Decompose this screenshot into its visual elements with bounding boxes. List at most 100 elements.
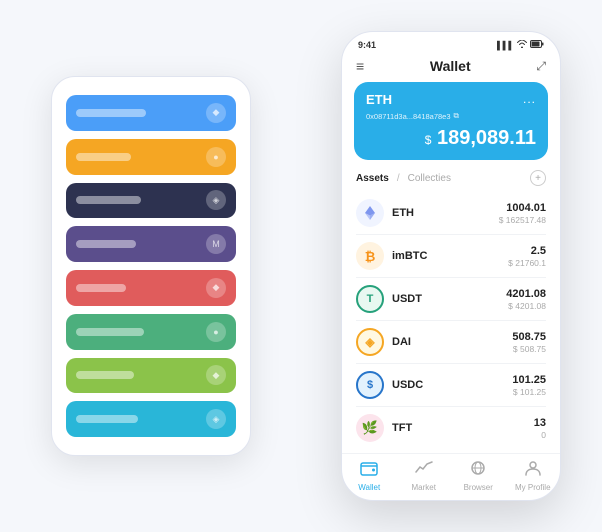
asset-item-dai[interactable]: ◈ DAI 508.75 $ 508.75 <box>356 321 546 364</box>
eth-card-more-button[interactable]: ... <box>523 92 536 106</box>
asset-item-imbtc[interactable]: ₿ imBTC 2.5 $ 21760.1 <box>356 235 546 278</box>
asset-amount-eth: 1004.01 <box>499 202 546 214</box>
asset-left: 🌿 TFT <box>356 414 412 442</box>
page-title: Wallet <box>430 58 471 74</box>
list-item[interactable]: ◆ <box>66 95 236 131</box>
card-icon: ● <box>206 322 226 342</box>
asset-usd-imbtc: $ 21760.1 <box>508 258 546 268</box>
list-item[interactable]: ◈ <box>66 401 236 437</box>
asset-amount-tft: 13 <box>534 417 546 429</box>
tab-divider: / <box>397 173 400 184</box>
assets-header: Assets / Collecties + <box>342 170 560 192</box>
asset-usd-eth: $ 162517.48 <box>499 215 546 225</box>
assets-tabs: Assets / Collecties <box>356 173 451 184</box>
card-icon: ◈ <box>206 190 226 210</box>
list-item[interactable]: M <box>66 226 236 262</box>
market-nav-icon <box>415 460 433 481</box>
imbtc-icon: ₿ <box>356 242 384 270</box>
card-line <box>76 153 131 161</box>
list-item[interactable]: ◆ <box>66 358 236 394</box>
asset-right: 13 0 <box>534 417 546 440</box>
nav-market-label: Market <box>412 483 436 492</box>
eth-card-address: 0x08711d3a...8418a78e3 ⧉ <box>366 111 536 121</box>
nav-market[interactable]: Market <box>397 460 452 492</box>
asset-amount-usdc: 101.25 <box>512 374 546 386</box>
nav-profile[interactable]: My Profile <box>506 460 561 492</box>
usdt-icon: T <box>356 285 384 313</box>
card-line <box>76 196 141 204</box>
asset-right: 101.25 $ 101.25 <box>512 374 546 397</box>
asset-right: 508.75 $ 508.75 <box>512 331 546 354</box>
phone-header: ≡ Wallet ⤢ <box>342 54 560 82</box>
list-item[interactable]: ● <box>66 139 236 175</box>
asset-name-tft: TFT <box>392 422 412 434</box>
asset-amount-dai: 508.75 <box>512 331 546 343</box>
bottom-nav: Wallet Market Browser My Profile <box>342 453 560 500</box>
scene: ◆ ● ◈ M ◆ ● ◆ ◈ <box>21 16 581 516</box>
asset-name-eth: ETH <box>392 207 414 219</box>
nav-browser[interactable]: Browser <box>451 460 506 492</box>
asset-name-usdc: USDC <box>392 379 423 391</box>
asset-amount-usdt: 4201.08 <box>506 288 546 300</box>
card-line <box>76 415 138 423</box>
card-line <box>76 284 126 292</box>
list-item[interactable]: ● <box>66 314 236 350</box>
tab-assets[interactable]: Assets <box>356 173 389 184</box>
asset-right: 1004.01 $ 162517.48 <box>499 202 546 225</box>
copy-icon[interactable]: ⧉ <box>454 111 459 121</box>
status-bar: 9:41 ▌▌▌ <box>342 32 560 54</box>
asset-name-imbtc: imBTC <box>392 250 427 262</box>
card-icon: ● <box>206 147 226 167</box>
asset-name-dai: DAI <box>392 336 411 348</box>
browser-nav-icon <box>469 460 487 481</box>
asset-item-eth[interactable]: ETH 1004.01 $ 162517.48 <box>356 192 546 235</box>
card-icon: ◆ <box>206 365 226 385</box>
asset-item-tft[interactable]: 🌿 TFT 13 0 <box>356 407 546 449</box>
list-item[interactable]: ◈ <box>66 183 236 219</box>
front-phone: 9:41 ▌▌▌ ≡ Wallet ⤢ ETH ... <box>341 31 561 501</box>
eth-card-header: ETH ... <box>366 92 536 107</box>
card-line <box>76 109 146 117</box>
wifi-icon <box>517 40 527 50</box>
asset-left: ETH <box>356 199 414 227</box>
asset-usd-usdc: $ 101.25 <box>512 387 546 397</box>
card-line <box>76 371 134 379</box>
asset-usd-usdt: $ 4201.08 <box>506 301 546 311</box>
signal-icon: ▌▌▌ <box>497 41 514 50</box>
card-icon: ◆ <box>206 278 226 298</box>
status-time: 9:41 <box>358 40 376 50</box>
eth-card[interactable]: ETH ... 0x08711d3a...8418a78e3 ⧉ $ 189,0… <box>354 82 548 160</box>
dai-icon: ◈ <box>356 328 384 356</box>
nav-wallet-label: Wallet <box>358 483 380 492</box>
eth-icon <box>356 199 384 227</box>
usdc-icon: $ <box>356 371 384 399</box>
card-line <box>76 240 136 248</box>
card-icon: M <box>206 234 226 254</box>
asset-left: ◈ DAI <box>356 328 411 356</box>
asset-list: ETH 1004.01 $ 162517.48 ₿ imBTC 2.5 $ 21… <box>342 192 560 453</box>
wallet-nav-icon <box>360 460 378 481</box>
asset-usd-tft: 0 <box>534 430 546 440</box>
status-icons: ▌▌▌ <box>497 40 544 50</box>
eth-card-name: ETH <box>366 92 392 107</box>
menu-icon[interactable]: ≡ <box>356 58 364 74</box>
asset-right: 2.5 $ 21760.1 <box>508 245 546 268</box>
list-item[interactable]: ◆ <box>66 270 236 306</box>
asset-left: T USDT <box>356 285 422 313</box>
add-asset-button[interactable]: + <box>530 170 546 186</box>
nav-wallet[interactable]: Wallet <box>342 460 397 492</box>
back-phone: ◆ ● ◈ M ◆ ● ◆ ◈ <box>51 76 251 456</box>
battery-icon <box>530 40 544 50</box>
tab-collecties[interactable]: Collecties <box>408 173 451 184</box>
card-icon: ◆ <box>206 103 226 123</box>
card-line <box>76 328 144 336</box>
nav-browser-label: Browser <box>464 483 493 492</box>
asset-amount-imbtc: 2.5 <box>508 245 546 257</box>
tft-icon: 🌿 <box>356 414 384 442</box>
asset-item-usdt[interactable]: T USDT 4201.08 $ 4201.08 <box>356 278 546 321</box>
asset-left: ₿ imBTC <box>356 242 427 270</box>
eth-card-amount: $ 189,089.11 <box>366 127 536 150</box>
asset-name-usdt: USDT <box>392 293 422 305</box>
asset-item-usdc[interactable]: $ USDC 101.25 $ 101.25 <box>356 364 546 407</box>
expand-icon[interactable]: ⤢ <box>536 59 546 74</box>
